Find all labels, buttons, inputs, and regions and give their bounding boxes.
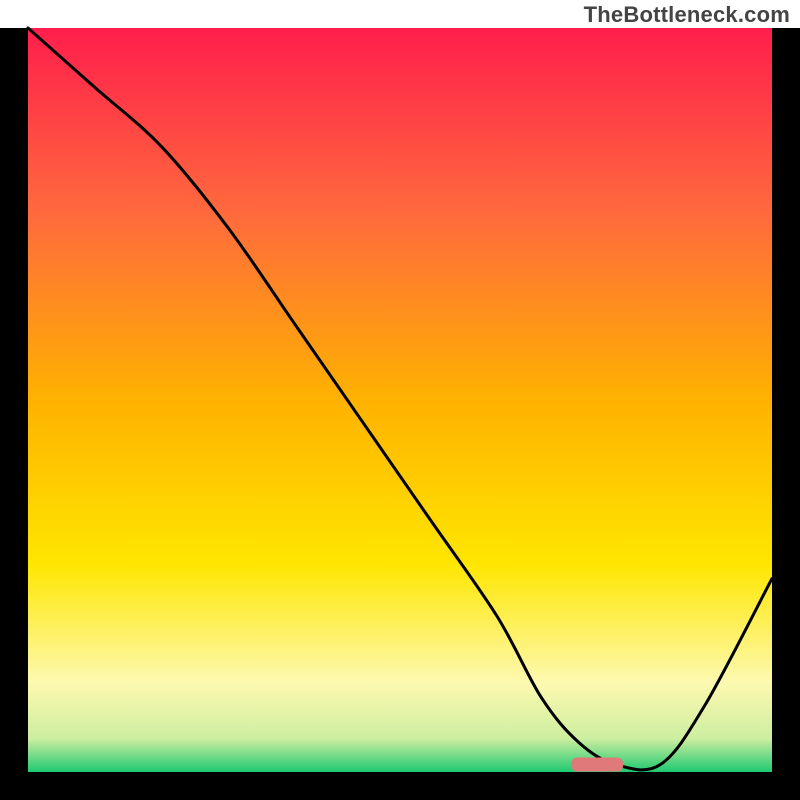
frame-bottom <box>0 772 800 800</box>
bottleneck-chart <box>0 0 800 800</box>
watermark-text: TheBottleneck.com <box>584 2 790 28</box>
frame-right <box>772 28 800 800</box>
frame-left <box>0 28 28 800</box>
chart-container: TheBottleneck.com <box>0 0 800 800</box>
optimal-marker <box>571 758 623 772</box>
plot-background <box>28 28 772 772</box>
